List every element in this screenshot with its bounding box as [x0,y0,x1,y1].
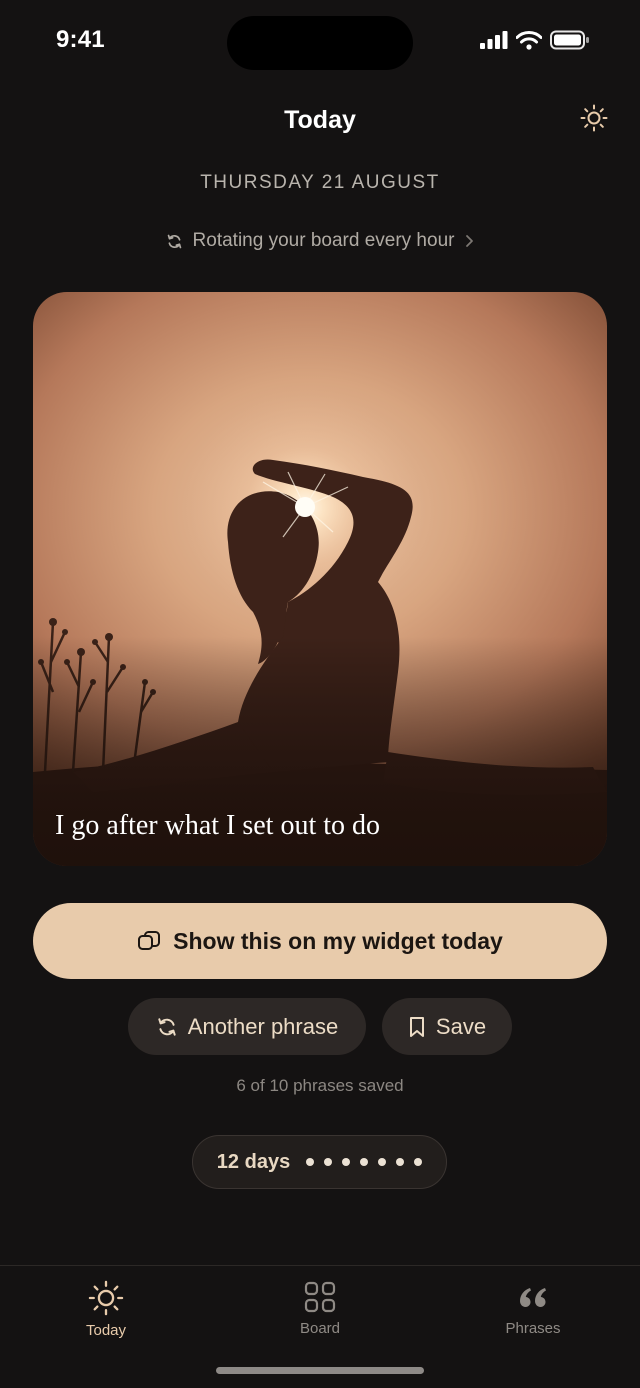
sun-icon [580,104,608,132]
grid-icon [304,1281,336,1313]
refresh-icon [167,234,181,248]
refresh-icon [158,1017,176,1036]
status-icons [480,30,590,50]
streak-dot [414,1158,423,1166]
streak-dot [306,1158,315,1166]
rotation-text: Rotating your board every hour [192,230,455,251]
secondary-actions: Another phrase Save [0,998,640,1055]
tab-phrases-label: Phrases [505,1320,561,1337]
streak-dot [360,1158,369,1166]
home-indicator [216,1367,424,1374]
date-label: THURSDAY 21 AUGUST [200,172,440,193]
sunset-yoga-photo [33,292,607,866]
phrase-text: I go after what I set out to do [55,810,381,841]
streak-dot [378,1158,387,1166]
battery-icon [550,30,589,50]
streak-label: 12 days [216,1150,291,1173]
streak-dot [396,1158,405,1166]
saved-count: 6 of 10 phrases saved [236,1076,404,1095]
tab-bar: Today Board Phrases [0,1265,640,1388]
another-phrase-label: Another phrase [187,1013,339,1039]
tab-today-label: Today [85,1322,127,1339]
dynamic-island [227,16,413,70]
show-on-widget-label: Show this on my widget today [173,927,503,954]
show-on-widget-button[interactable]: Show this on my widget today [33,903,607,979]
chevron-right-icon [466,235,474,247]
wifi-icon [516,30,542,50]
sun-icon [88,1280,124,1316]
page-title: Today [284,106,356,134]
streak-dots [306,1158,423,1166]
bookmark-icon [409,1016,424,1037]
quote-icon [520,1288,546,1307]
status-bar: 9:41 [0,0,640,84]
tab-today[interactable]: Today [36,1280,176,1339]
tab-board[interactable]: Board [250,1280,390,1337]
rotation-settings-link[interactable]: Rotating your board every hour [0,230,640,252]
cellular-signal-icon [480,31,508,49]
save-label: Save [435,1013,487,1039]
tab-board-label: Board [299,1320,341,1337]
streak-badge[interactable]: 12 days [192,1135,447,1189]
widget-copy-icon [138,931,161,950]
status-time: 9:41 [56,26,105,53]
appearance-button[interactable] [578,102,610,134]
streak-dot [342,1158,351,1166]
tab-phrases[interactable]: Phrases [463,1280,603,1337]
save-button[interactable]: Save [382,998,512,1055]
phrase-card[interactable]: I go after what I set out to do [33,292,607,866]
streak-dot [324,1158,333,1166]
another-phrase-button[interactable]: Another phrase [128,998,366,1055]
